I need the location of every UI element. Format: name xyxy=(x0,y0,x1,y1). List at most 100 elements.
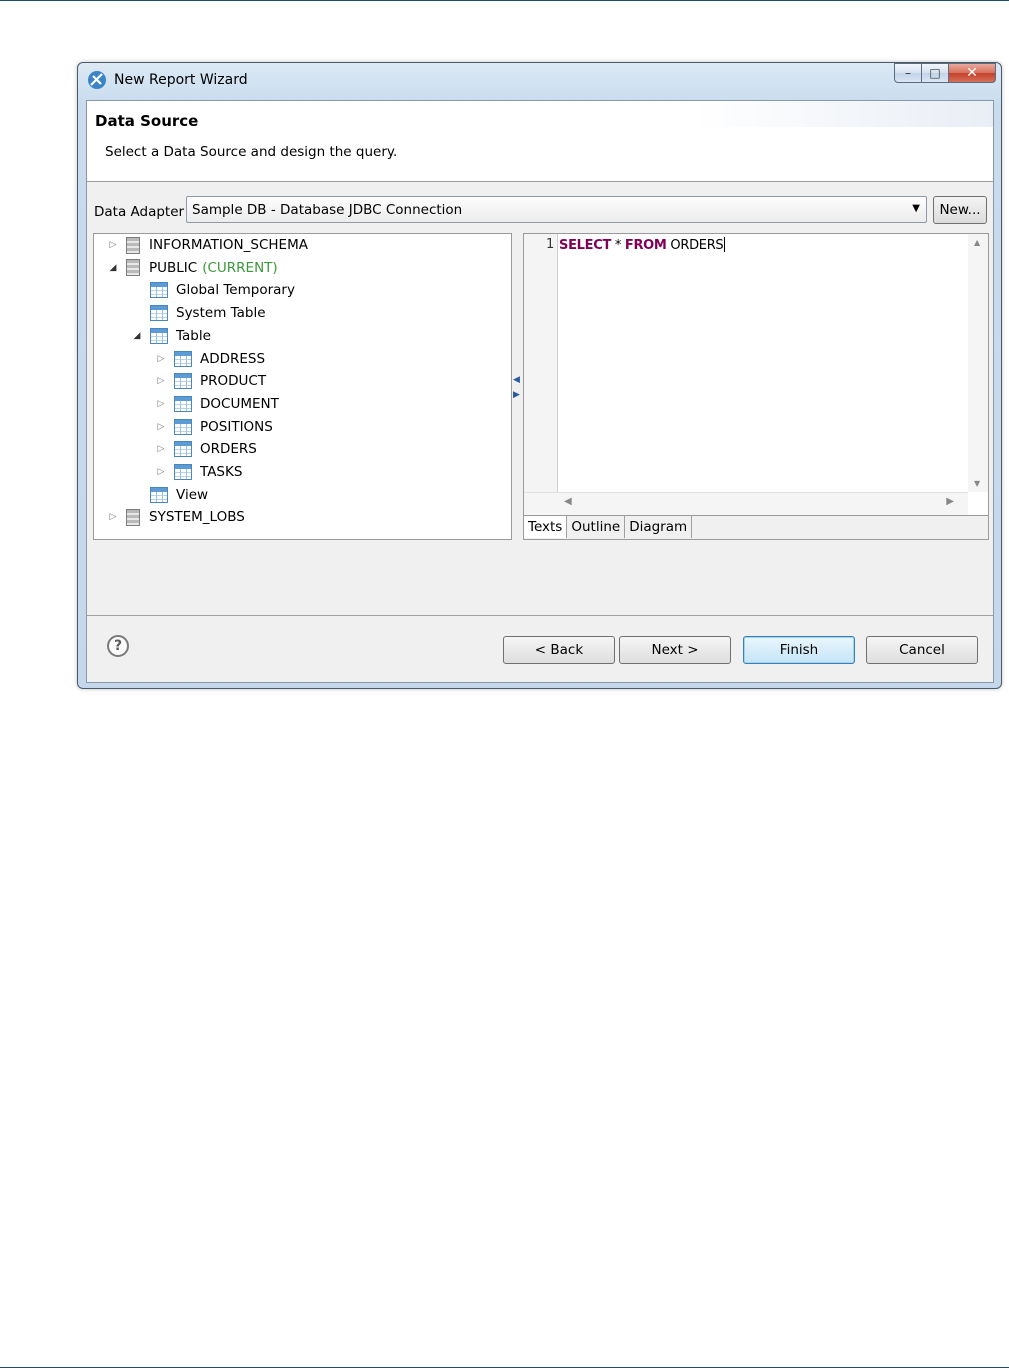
tree-item-label: SYSTEM_LOBS xyxy=(149,509,245,526)
tree-item-label: INFORMATION_SCHEMA xyxy=(149,237,308,253)
expand-arrow-icon[interactable]: ▷ xyxy=(154,399,168,409)
tree-item[interactable]: System Table xyxy=(130,303,266,323)
window-title: New Report Wizard xyxy=(114,72,248,88)
tree-item-label: DOCUMENT xyxy=(200,395,279,412)
tab-outline[interactable]: Outline xyxy=(567,516,626,538)
table-icon xyxy=(150,305,168,322)
vertical-scrollbar[interactable]: ▲ ▼ xyxy=(968,234,988,492)
collapse-left-arrow-icon[interactable]: ◀ xyxy=(513,375,520,385)
query-fragment: * xyxy=(611,238,625,253)
tree-item-label: PRODUCT xyxy=(200,373,267,390)
tree-item-label: ADDRESS xyxy=(200,350,266,367)
collapse-arrow-icon[interactable]: ◢ xyxy=(106,263,120,273)
database-icon xyxy=(126,508,140,526)
data-adapter-select[interactable]: Sample DB - Database JDBC Connection ▼ xyxy=(186,196,927,223)
current-schema-tag: (CURRENT) xyxy=(202,259,278,276)
tree-item-label: PUBLIC xyxy=(149,259,198,276)
tree-item[interactable]: ▷ TASKS xyxy=(154,462,242,482)
expand-arrow-icon[interactable]: ▷ xyxy=(154,422,168,432)
database-icon xyxy=(126,259,140,277)
footer-separator xyxy=(87,615,993,616)
editor-tabs: Texts Outline Diagram xyxy=(524,516,693,538)
table-icon xyxy=(174,395,192,412)
minimize-button[interactable]: – xyxy=(894,63,922,83)
text-caret xyxy=(724,237,726,252)
expand-arrow-icon[interactable]: ▷ xyxy=(106,512,120,522)
close-icon: ✕ xyxy=(966,65,978,81)
header-decoration xyxy=(693,101,993,127)
query-text[interactable]: SELECT * FROM ORDERS xyxy=(559,237,726,253)
wizard-header: Data Source Select a Data Source and des… xyxy=(87,101,993,182)
expand-arrow-icon[interactable]: ▷ xyxy=(154,376,168,386)
data-adapter-label: Data Adapter xyxy=(94,204,185,220)
tree-item-label: View xyxy=(176,486,209,503)
table-icon xyxy=(174,464,192,480)
tree-item[interactable]: Global Temporary xyxy=(130,280,295,300)
tree-item[interactable]: View xyxy=(130,485,208,505)
back-button[interactable]: < Back xyxy=(503,636,615,664)
tree-item-label: POSITIONS xyxy=(200,418,273,435)
expand-arrow-icon[interactable]: ▷ xyxy=(154,444,168,454)
tree-item[interactable]: ▷ POSITIONS xyxy=(154,417,273,437)
keyword-from: FROM xyxy=(624,238,667,253)
scroll-left-icon[interactable]: ◀ xyxy=(564,496,572,507)
expand-arrow-icon[interactable]: ▷ xyxy=(154,467,168,477)
expand-arrow-icon[interactable]: ▷ xyxy=(154,354,168,364)
maximize-icon: □ xyxy=(929,66,941,80)
tree-item[interactable]: ◢ Table xyxy=(130,326,211,346)
tree-item[interactable]: ◢ PUBLIC (CURRENT) xyxy=(106,258,278,278)
tree-item-label: Table xyxy=(176,327,211,344)
table-icon xyxy=(174,441,192,458)
maximize-button[interactable]: □ xyxy=(922,63,949,83)
keyword-select: SELECT xyxy=(559,238,612,253)
tab-diagram[interactable]: Diagram xyxy=(625,516,693,538)
schema-tree[interactable]: ▷ INFORMATION_SCHEMA ◢ PUBLIC (CURRENT) Globa… xyxy=(93,233,512,540)
horizontal-scrollbar[interactable]: ◀ ▶ xyxy=(524,492,968,515)
tab-texts[interactable]: Texts xyxy=(524,516,568,538)
query-editor[interactable]: 1 SELECT * FROM ORDERS ▲ ▼ ◀ ▶ xyxy=(524,234,988,516)
window-controls: – □ ✕ xyxy=(894,63,996,85)
tree-item-label: ORDERS xyxy=(200,441,257,458)
table-icon xyxy=(174,418,192,435)
tree-item-label: TASKS xyxy=(200,464,243,480)
tree-item[interactable]: ▷ INFORMATION_SCHEMA xyxy=(106,235,308,255)
minimize-icon: – xyxy=(905,66,911,80)
line-number-gutter: 1 xyxy=(524,234,558,492)
finish-button[interactable]: Finish xyxy=(743,636,855,664)
scroll-up-icon[interactable]: ▲ xyxy=(974,238,980,247)
query-editor-panel: 1 SELECT * FROM ORDERS ▲ ▼ ◀ ▶ Texts Out… xyxy=(523,233,989,540)
table-icon xyxy=(150,486,168,503)
title-bar[interactable]: New Report Wizard – □ ✕ xyxy=(78,63,1001,99)
table-icon xyxy=(150,327,168,344)
tree-item[interactable]: ▷ SYSTEM_LOBS xyxy=(106,507,245,527)
collapse-arrow-icon[interactable]: ◢ xyxy=(130,331,144,341)
tree-item-label: Global Temporary xyxy=(176,282,295,299)
dropdown-arrow-icon: ▼ xyxy=(912,203,920,214)
next-button[interactable]: Next > xyxy=(619,636,731,664)
table-icon xyxy=(150,282,168,299)
expand-right-arrow-icon[interactable]: ▶ xyxy=(513,390,520,400)
query-table-name: ORDERS xyxy=(666,238,724,253)
data-adapter-value: Sample DB - Database JDBC Connection xyxy=(192,202,463,218)
line-number: 1 xyxy=(546,237,555,252)
table-icon xyxy=(174,350,192,367)
close-button[interactable]: ✕ xyxy=(949,63,996,83)
help-icon[interactable]: ? xyxy=(107,635,129,657)
panel-splitter[interactable]: ◀ ▶ xyxy=(512,371,522,407)
tree-item[interactable]: ▷ PRODUCT xyxy=(154,371,266,391)
tree-item[interactable]: ▷ ORDERS xyxy=(154,439,257,459)
new-adapter-button[interactable]: New... xyxy=(933,196,987,224)
table-icon xyxy=(174,373,192,390)
scroll-down-icon[interactable]: ▼ xyxy=(974,479,980,488)
tree-item[interactable]: ▷ ADDRESS xyxy=(154,349,265,369)
cancel-button[interactable]: Cancel xyxy=(866,636,978,664)
wizard-body: Data Source Select a Data Source and des… xyxy=(86,100,994,683)
tree-item[interactable]: ▷ DOCUMENT xyxy=(154,394,279,414)
page-description: Select a Data Source and design the quer… xyxy=(105,144,398,160)
tree-item-label: System Table xyxy=(176,305,266,322)
page-title: Data Source xyxy=(95,112,199,130)
expand-arrow-icon[interactable]: ▷ xyxy=(106,240,120,250)
scroll-right-icon[interactable]: ▶ xyxy=(946,496,954,507)
jaspersoft-app-icon xyxy=(88,71,106,89)
page-top-rule xyxy=(0,0,1009,1)
